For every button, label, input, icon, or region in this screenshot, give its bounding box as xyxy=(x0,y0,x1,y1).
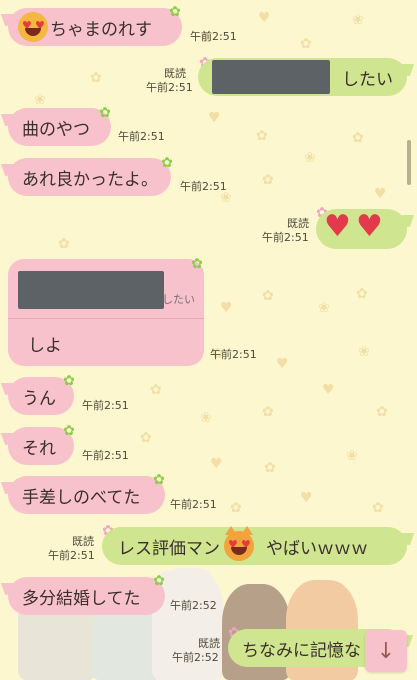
message-text: 曲のやつ xyxy=(22,119,90,140)
read-receipt: 既読 xyxy=(72,535,94,548)
reply-divider xyxy=(8,318,204,319)
read-receipt: 既読 xyxy=(164,67,186,80)
flower-icon: ✿ xyxy=(63,423,75,439)
message-text: あれ良かったよ。 xyxy=(22,169,158,190)
reply-message-card[interactable]: したい しよ xyxy=(8,259,204,366)
message-time: 午前2:51 xyxy=(262,231,309,244)
message-time: 午前2:51 xyxy=(170,498,217,511)
arrow-down-icon: ↓ xyxy=(376,638,396,664)
message-time: 午前2:52 xyxy=(172,651,219,664)
scroll-to-bottom-button[interactable]: ↓ xyxy=(365,630,407,672)
message-time: 午前2:51 xyxy=(82,449,129,462)
message-time: 午前2:51 xyxy=(146,81,193,94)
message-text: うん xyxy=(22,388,56,409)
message-bubble[interactable]: あれ良かったよ。 xyxy=(8,158,171,196)
message-time: 午前2:51 xyxy=(210,348,257,361)
message-bubble[interactable]: ♥ ♥ xyxy=(316,209,407,249)
heart-icon: ♥ xyxy=(356,209,383,244)
flower-icon: ✿ xyxy=(169,4,181,20)
redaction-block xyxy=(212,60,330,94)
flower-icon: ✿ xyxy=(63,373,75,389)
redaction-block xyxy=(18,271,164,309)
quoted-message-text: したい xyxy=(162,293,195,306)
message-time: 午前2:51 xyxy=(118,130,165,143)
message-text: ちゃまのれす xyxy=(50,19,152,40)
flower-icon: ✿ xyxy=(153,472,165,488)
message-time: 午前2:52 xyxy=(170,599,217,612)
message-text-part: やばいｗｗｗ xyxy=(266,538,368,559)
message-text: 多分結婚してた xyxy=(22,588,141,609)
message-bubble[interactable]: 手差しのべてた xyxy=(8,476,165,514)
message-bubble[interactable]: ♥ ♥ ちゃまのれす xyxy=(8,8,182,46)
message-text-part: レス評価マン xyxy=(118,538,220,559)
heart-eyes-emoji-icon: ♥ ♥ xyxy=(18,12,48,42)
message-time: 午前2:51 xyxy=(82,399,129,412)
read-receipt: 既読 xyxy=(287,217,309,230)
flower-icon: ✿ xyxy=(153,573,165,589)
message-text: 手差しのべてた xyxy=(22,487,141,508)
message-text: それ xyxy=(22,438,56,459)
message-bubble[interactable]: 曲のやつ xyxy=(8,108,111,146)
message-time: 午前2:51 xyxy=(48,549,95,562)
message-bubble[interactable]: 多分結婚してた xyxy=(8,577,165,615)
message-text: ちなみに記憶な xyxy=(242,640,361,661)
heart-icon: ♥ xyxy=(324,209,351,244)
message-time: 午前2:51 xyxy=(180,180,227,193)
flower-icon: ✿ xyxy=(191,256,203,272)
scrollbar[interactable] xyxy=(407,140,411,185)
flower-icon: ✿ xyxy=(99,105,111,121)
read-receipt: 既読 xyxy=(198,637,220,650)
cat-heart-eyes-emoji-icon: ♥ ♥ xyxy=(224,526,254,561)
message-text: したい xyxy=(342,69,393,90)
message-time: 午前2:51 xyxy=(190,30,237,43)
message-bubble[interactable]: レス評価マン ♥ ♥ やばいｗｗｗ xyxy=(102,526,407,565)
message-text: しよ xyxy=(28,336,62,356)
flower-icon: ✿ xyxy=(161,155,173,171)
